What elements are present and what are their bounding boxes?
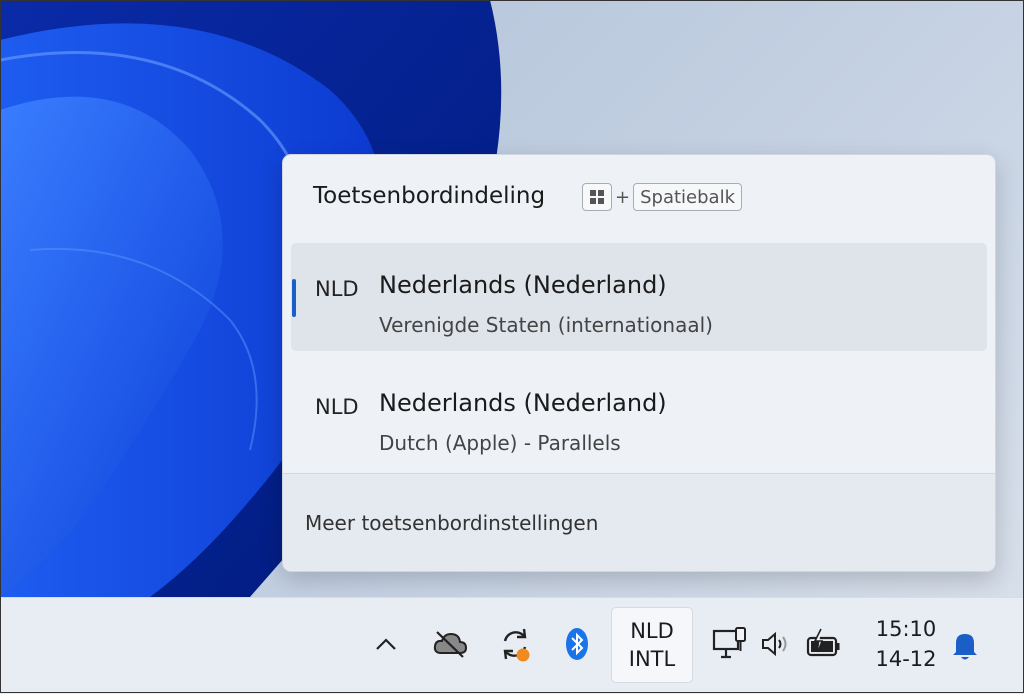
flyout-footer: Meer toetsenbordinstellingen (283, 474, 995, 571)
chevron-up-icon[interactable] (370, 628, 402, 660)
selection-indicator (292, 279, 296, 317)
clock-date: 14-12 (875, 647, 937, 671)
clock[interactable]: 15:10 14-12 (866, 614, 946, 674)
layout-code: NLD (315, 277, 359, 301)
keyboard-layout-flyout: Toetsenbordindeling + Spatiebalk NLD Ned… (282, 154, 996, 572)
layout-name: Nederlands (Nederland) (379, 271, 667, 299)
taskbar: NLD INTL 15:10 14-12 (0, 597, 1024, 694)
layout-code: NLD (315, 395, 359, 419)
cloud-off-icon[interactable] (430, 626, 470, 662)
windows-key-icon (582, 183, 612, 211)
network-icon[interactable] (710, 624, 750, 664)
language-code: NLD (630, 619, 674, 643)
layout-detail: Verenigde Staten (internationaal) (379, 313, 713, 337)
layout-name: Nederlands (Nederland) (379, 389, 667, 417)
clock-time: 15:10 (875, 617, 937, 641)
volume-icon[interactable] (758, 628, 794, 660)
spacebar-key: Spatiebalk (633, 183, 742, 211)
input-language-button[interactable]: NLD INTL (611, 607, 693, 683)
battery-charging-icon[interactable] (804, 624, 844, 664)
layout-detail: Dutch (Apple) - Parallels (379, 431, 621, 455)
flyout-title: Toetsenbordindeling (313, 183, 546, 209)
bluetooth-icon[interactable] (562, 626, 592, 662)
language-layout: INTL (628, 647, 676, 671)
sync-icon[interactable] (496, 624, 534, 664)
layout-item-selected[interactable]: NLD Nederlands (Nederland) Verenigde Sta… (291, 243, 987, 351)
shortcut-hint: + Spatiebalk (582, 183, 742, 211)
bell-icon[interactable] (950, 628, 980, 662)
shortcut-plus: + (615, 186, 631, 208)
more-keyboard-settings-link[interactable]: Meer toetsenbordinstellingen (305, 511, 598, 535)
layout-item[interactable]: NLD Nederlands (Nederland) Dutch (Apple)… (291, 361, 987, 469)
